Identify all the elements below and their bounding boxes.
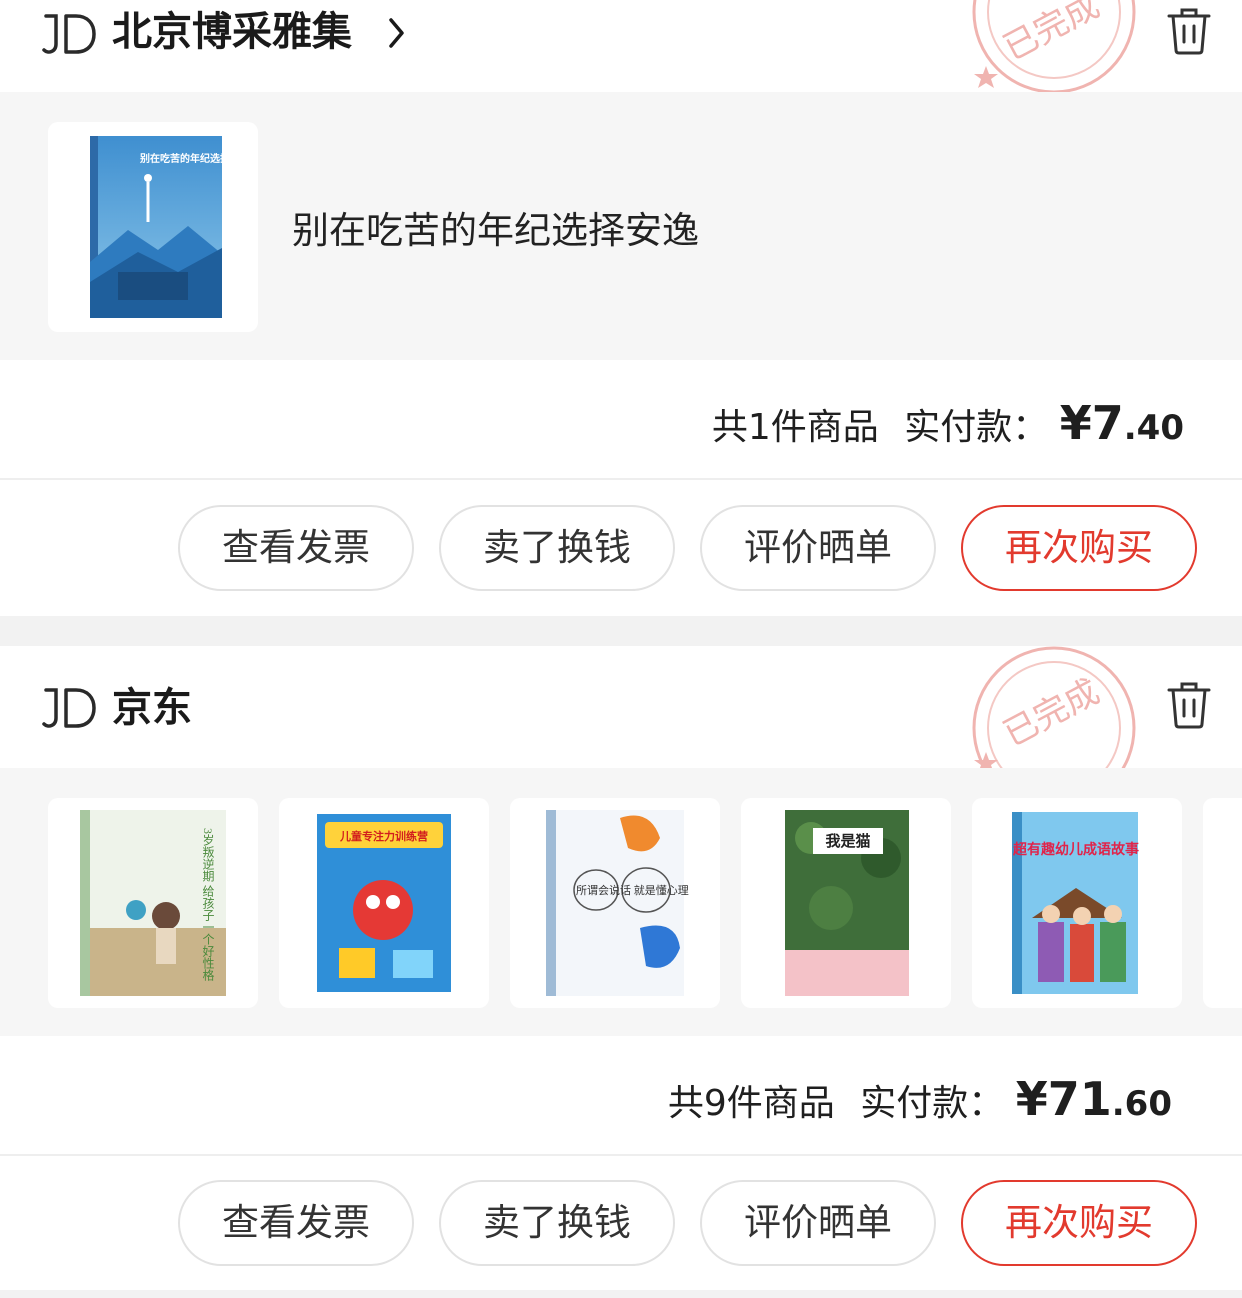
goods-area[interactable]: 别在吃苦的年纪选择安逸 别在吃苦的年纪选择安逸 bbox=[0, 92, 1242, 360]
book-cover: 我是猫 bbox=[785, 810, 909, 996]
order-summary: 共9件商品 实付款： ¥71.60 bbox=[668, 1072, 1172, 1126]
shop-name[interactable]: 京东 bbox=[112, 684, 192, 732]
product-thumbnail[interactable]: 所谓会说话 就是懂心理 bbox=[510, 798, 720, 1008]
book-cover-title: 3岁叛逆期 给孩子一个好性格 bbox=[201, 828, 215, 981]
jd-logo bbox=[42, 14, 96, 54]
book-cover: 别在吃苦的年纪选择安逸 bbox=[90, 136, 250, 318]
shop-name[interactable]: 北京博采雅集 bbox=[112, 8, 352, 56]
goods-area[interactable]: 3岁叛逆期 给孩子一个好性格 儿童专注力训练营 所谓会说话 就是懂心理 我是猫 … bbox=[0, 768, 1242, 1036]
sell-for-cash-button[interactable]: 卖了换钱 bbox=[439, 505, 675, 591]
completed-stamp: 已完成 bbox=[972, 0, 1136, 94]
stamp-text: 已完成 bbox=[998, 0, 1106, 68]
view-invoice-button[interactable]: 查看发票 bbox=[178, 505, 414, 591]
price-integer: 71 bbox=[1047, 1072, 1112, 1126]
stamp-text: 已完成 bbox=[998, 672, 1106, 753]
sell-for-cash-button[interactable]: 卖了换钱 bbox=[439, 1180, 675, 1266]
buy-again-button[interactable]: 再次购买 bbox=[961, 505, 1197, 591]
book-cover-title: 所谓会说话 就是懂心理 bbox=[576, 883, 689, 897]
book-cover: 3岁叛逆期 给孩子一个好性格 bbox=[80, 810, 226, 996]
product-title[interactable]: 别在吃苦的年纪选择安逸 bbox=[292, 200, 699, 254]
book-cover: 所谓会说话 就是懂心理 bbox=[546, 810, 689, 996]
item-count: 共9件商品 bbox=[667, 1083, 835, 1124]
book-cover: 超有趣幼儿成语故事 bbox=[1012, 812, 1139, 994]
book-cover-title: 我是猫 bbox=[825, 832, 870, 850]
paid-label: 实付款： bbox=[860, 1083, 1005, 1124]
product-thumbnail[interactable]: 别在吃苦的年纪选择安逸 bbox=[48, 122, 258, 332]
buy-again-button[interactable]: 再次购买 bbox=[961, 1180, 1197, 1266]
divider bbox=[0, 1154, 1242, 1156]
book-cover-title: 儿童专注力训练营 bbox=[339, 829, 428, 843]
trash-icon[interactable] bbox=[1166, 680, 1212, 730]
price-decimal: .60 bbox=[1111, 1084, 1172, 1124]
view-invoice-button[interactable]: 查看发票 bbox=[178, 1180, 414, 1266]
price-integer: 7 bbox=[1091, 396, 1124, 450]
order-summary: 共1件商品 实付款： ¥7.40 bbox=[712, 396, 1184, 450]
product-thumbnail[interactable]: 3岁叛逆期 给孩子一个好性格 bbox=[48, 798, 258, 1008]
book-cover-title: 别在吃苦的年纪选择安逸 bbox=[139, 152, 250, 165]
order-card: 北京博采雅集 已完成 别在吃苦的年纪选择安逸 别在吃苦的年纪选择安逸 共1件商品… bbox=[0, 0, 1242, 616]
product-thumbnail[interactable]: 儿童专注力训练营 bbox=[279, 798, 489, 1008]
trash-icon[interactable] bbox=[1166, 6, 1212, 56]
jd-logo bbox=[42, 688, 96, 728]
order-card: 京东 已完成 3岁叛逆期 给孩子一个好性格 儿童专注力训练营 所谓会说话 就是懂… bbox=[0, 646, 1242, 1290]
divider bbox=[0, 478, 1242, 480]
book-cover-title: 超有趣幼儿成语故事 bbox=[1012, 841, 1139, 857]
price-decimal: .40 bbox=[1123, 408, 1184, 448]
product-thumbnail[interactable] bbox=[1203, 798, 1242, 1008]
product-thumbnail[interactable]: 我是猫 bbox=[741, 798, 951, 1008]
price-currency: ¥ bbox=[1059, 396, 1092, 450]
chevron-right-icon[interactable] bbox=[386, 16, 408, 50]
book-cover: 儿童专注力训练营 bbox=[317, 814, 451, 992]
item-count: 共1件商品 bbox=[711, 407, 879, 448]
review-button[interactable]: 评价晒单 bbox=[700, 1180, 936, 1266]
product-thumbnail[interactable]: 超有趣幼儿成语故事 bbox=[972, 798, 1182, 1008]
price-currency: ¥ bbox=[1015, 1072, 1048, 1126]
review-button[interactable]: 评价晒单 bbox=[700, 505, 936, 591]
paid-label: 实付款： bbox=[904, 407, 1049, 448]
